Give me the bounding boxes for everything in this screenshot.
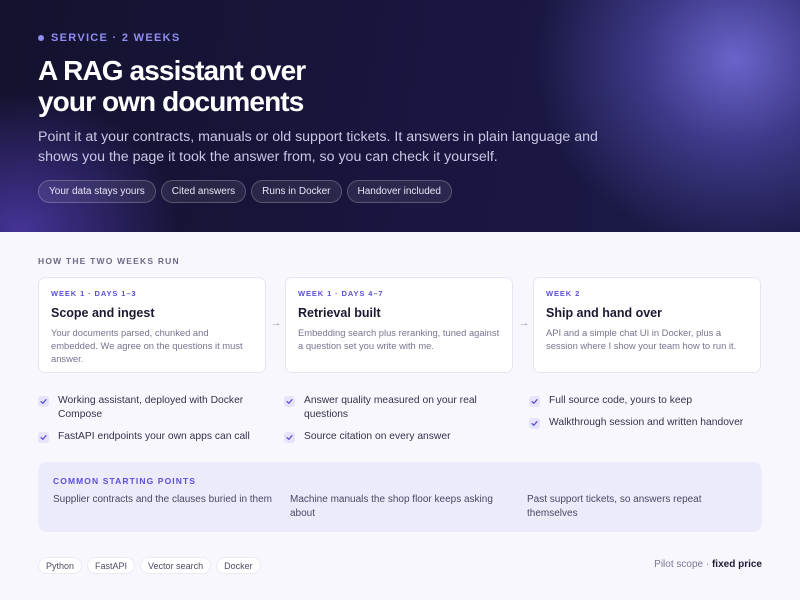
deliverable-text: Working assistant, deployed with Docker … <box>58 395 244 420</box>
pricing-prefix: Pilot scope · <box>654 559 712 570</box>
pricing-value: fixed price <box>711 559 762 570</box>
deliverables-week-2: Full source code, yours to keep Walkthro… <box>529 394 759 438</box>
week-card-scope: WEEK 1 · DAYS 1–3 Scope and ingest Your … <box>38 277 266 373</box>
eyebrow-text: SERVICE · 2 WEEKS <box>51 32 181 44</box>
deliverables-week-1b: Answer quality measured on your real que… <box>284 394 514 452</box>
week-tag: WEEK 1 · DAYS 1–3 <box>51 289 137 298</box>
deliverable-item: Source citation on every answer <box>284 430 514 444</box>
week-description: API and a simple chat UI in Docker, plus… <box>546 327 737 351</box>
deliverable-text: Full source code, yours to keep <box>549 395 693 406</box>
service-eyebrow: SERVICE · 2 WEEKS <box>38 32 180 44</box>
arrow-right-icon: → <box>270 317 282 329</box>
timeline-heading: HOW THE TWO WEEKS RUN <box>38 256 180 266</box>
tech-pill-python: Python <box>38 557 83 574</box>
tech-pill-fastapi: FastAPI <box>87 557 136 574</box>
arrow-right-icon: → <box>518 317 530 329</box>
deliverable-text: Answer quality measured on your real que… <box>304 395 477 420</box>
week-title: Retrieval built <box>298 306 381 320</box>
deliverable-item: Answer quality measured on your real que… <box>284 394 514 422</box>
week-card-retrieval: WEEK 1 · DAYS 4–7 Retrieval built Embedd… <box>285 277 513 373</box>
check-icon <box>38 396 49 407</box>
week-tag: WEEK 1 · DAYS 4–7 <box>298 289 384 298</box>
starting-point-item: Past support tickets, so answers repeat … <box>527 494 702 519</box>
tech-pill-vector-search: Vector search <box>140 557 212 574</box>
starting-points-panel: COMMON STARTING POINTS Supplier contract… <box>38 462 762 532</box>
page-title-line-2: your own documents <box>38 86 304 117</box>
tech-stack: Python FastAPI Vector search Docker <box>38 557 261 574</box>
week-description: Your documents parsed, chunked and embed… <box>51 327 243 364</box>
hero-lead: Point it at your contracts, manuals or o… <box>38 129 598 165</box>
starting-points-heading: COMMON STARTING POINTS <box>53 476 197 486</box>
starting-point-item: Machine manuals the shop floor keeps ask… <box>290 494 493 519</box>
page-title: A RAG assistant over your own documents <box>38 55 458 117</box>
page-title-line-1: A RAG assistant over <box>38 55 306 86</box>
check-icon <box>529 396 540 407</box>
week-card-ship: WEEK 2 Ship and hand over API and a simp… <box>533 277 761 373</box>
timeline-cards: WEEK 1 · DAYS 1–3 Scope and ingest Your … <box>38 277 762 373</box>
pricing-note: Pilot scope · fixed price <box>654 559 762 570</box>
week-tag: WEEK 2 <box>546 289 581 298</box>
week-description: Embedding search plus reranking, tuned a… <box>298 327 500 351</box>
chip-handover-included: Handover included <box>346 180 452 203</box>
check-icon <box>284 396 295 407</box>
feature-chips: Your data stays yours Cited answers Runs… <box>38 180 452 203</box>
starting-point-item: Supplier contracts and the clauses burie… <box>53 494 273 505</box>
deliverable-item: FastAPI endpoints your own apps can call <box>38 430 268 444</box>
bullet-dot-icon <box>38 35 44 41</box>
tech-pill-docker: Docker <box>216 557 261 574</box>
check-icon <box>38 432 49 443</box>
chip-runs-in-docker: Runs in Docker <box>251 180 342 203</box>
check-icon <box>529 418 540 429</box>
chip-data-stays-yours: Your data stays yours <box>38 180 156 203</box>
hero-banner: SERVICE · 2 WEEKS A RAG assistant over y… <box>0 0 800 232</box>
chip-cited-answers: Cited answers <box>160 180 247 203</box>
deliverable-item: Working assistant, deployed with Docker … <box>38 394 268 422</box>
deliverable-item: Walkthrough session and written handover <box>529 416 759 430</box>
deliverable-text: Source citation on every answer <box>304 431 451 442</box>
deliverable-item: Full source code, yours to keep <box>529 394 759 408</box>
week-title: Ship and hand over <box>546 306 662 320</box>
deliverable-text: FastAPI endpoints your own apps can call <box>58 431 250 442</box>
week-title: Scope and ingest <box>51 306 155 320</box>
check-icon <box>284 432 295 443</box>
deliverable-text: Walkthrough session and written handover <box>549 417 744 428</box>
deliverables-week-1: Working assistant, deployed with Docker … <box>38 394 268 452</box>
